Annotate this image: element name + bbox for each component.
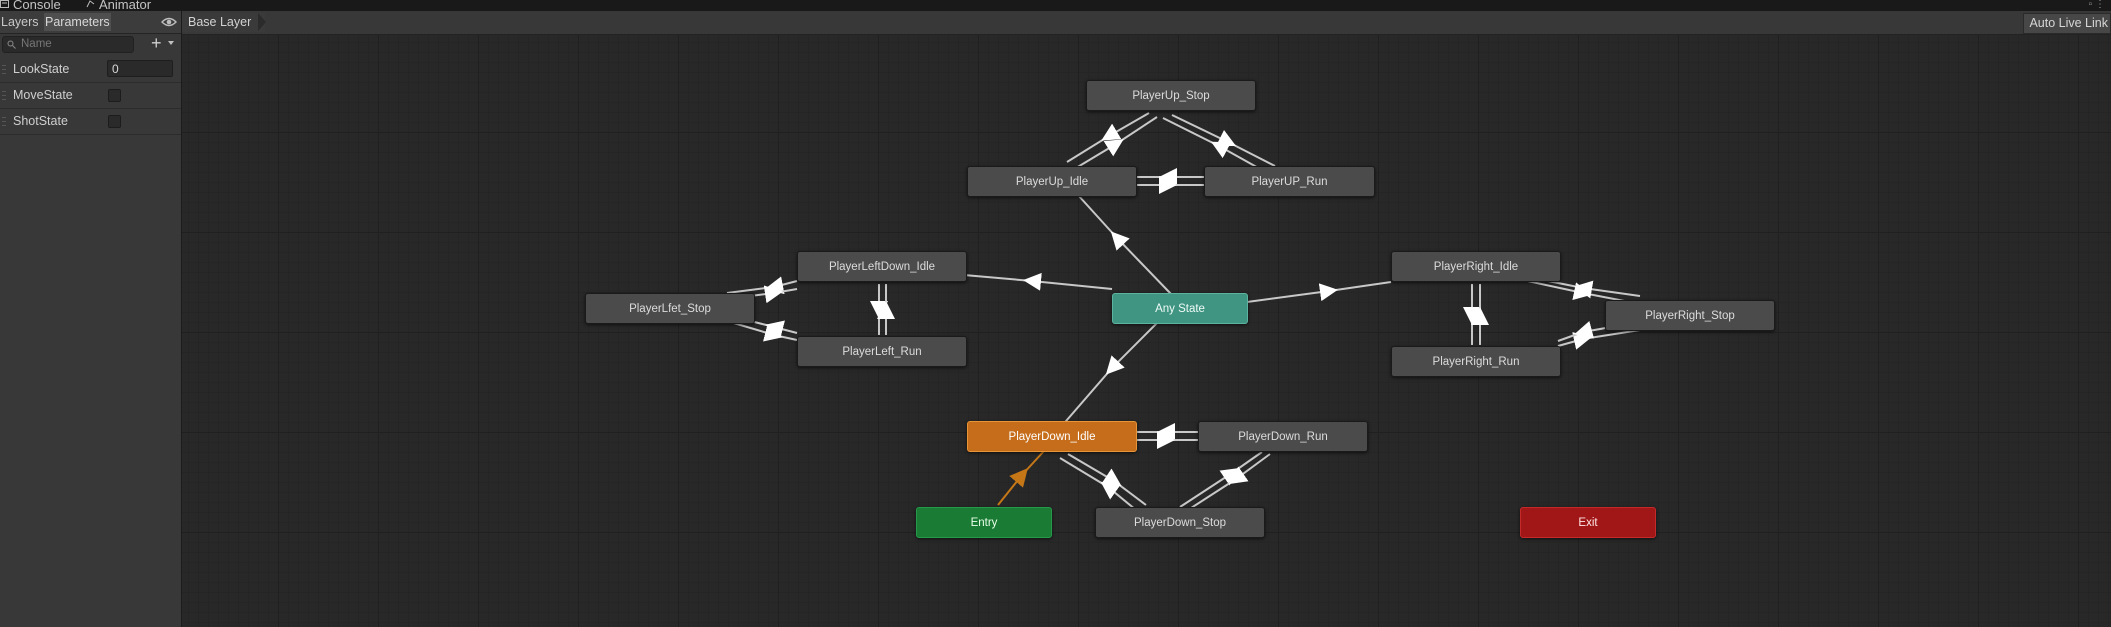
- any-state-node[interactable]: Any State: [1112, 293, 1248, 324]
- state-player-down-run[interactable]: PlayerDown_Run: [1198, 421, 1368, 452]
- parameter-row[interactable]: MoveState: [0, 82, 181, 109]
- state-player-right-idle[interactable]: PlayerRight_Idle: [1391, 251, 1561, 282]
- eye-icon[interactable]: [160, 14, 178, 30]
- parameter-bool-checkbox[interactable]: [108, 115, 121, 128]
- panel-subtabs: Layers Parameters: [0, 11, 181, 34]
- auto-live-link-button[interactable]: Auto Live Link: [2023, 13, 2111, 34]
- state-player-right-run[interactable]: PlayerRight_Run: [1391, 346, 1561, 377]
- parameter-name: LookState: [13, 62, 70, 76]
- state-player-right-stop[interactable]: PlayerRight_Stop: [1605, 300, 1775, 331]
- chevron-down-icon[interactable]: [168, 41, 174, 45]
- tab-layers[interactable]: Layers: [0, 13, 40, 31]
- tab-console-label: Console: [13, 0, 61, 11]
- state-player-left-run[interactable]: PlayerLeft_Run: [797, 336, 967, 367]
- state-player-left-stop[interactable]: PlayerLfet_Stop: [585, 293, 755, 324]
- state-player-up-run[interactable]: PlayerUP_Run: [1204, 166, 1375, 197]
- state-player-up-idle[interactable]: PlayerUp_Idle: [967, 166, 1137, 197]
- drag-handle-icon[interactable]: [2, 65, 6, 74]
- add-parameter-button[interactable]: +: [151, 34, 162, 52]
- tab-animator-label: Animator: [99, 0, 152, 11]
- console-icon: [0, 0, 9, 8]
- exit-node[interactable]: Exit: [1520, 507, 1656, 538]
- drag-handle-icon[interactable]: [2, 91, 6, 100]
- window-menu-icon[interactable]: ▫ ⋮: [2089, 0, 2105, 10]
- graph-toolbar: Base Layer Auto Live Link: [182, 11, 2111, 35]
- state-player-leftdown-idle[interactable]: PlayerLeftDown_Idle: [797, 251, 967, 282]
- parameter-int-field[interactable]: 0: [107, 60, 173, 77]
- parameter-row[interactable]: LookState 0: [0, 56, 181, 83]
- breadcrumb-arrow-icon: [258, 13, 266, 31]
- window-tab-bar: Console Animator ▫ ⋮: [0, 0, 2111, 11]
- parameter-name: MoveState: [13, 88, 73, 102]
- search-icon: [7, 40, 16, 49]
- search-placeholder: Name: [21, 38, 52, 50]
- parameter-search-input[interactable]: Name: [2, 36, 134, 53]
- state-machine-canvas[interactable]: [182, 35, 2111, 627]
- drag-handle-icon[interactable]: [2, 117, 6, 126]
- parameter-row[interactable]: ShotState: [0, 108, 181, 135]
- parameter-name: ShotState: [13, 114, 68, 128]
- parameter-search-row: Name +: [0, 34, 181, 54]
- animator-icon: [86, 0, 95, 8]
- left-panel: Layers Parameters Name + LookState 0 Mov…: [0, 11, 182, 627]
- entry-node[interactable]: Entry: [916, 507, 1052, 538]
- state-player-down-idle[interactable]: PlayerDown_Idle: [967, 421, 1137, 452]
- tab-console[interactable]: Console: [0, 0, 61, 11]
- state-player-up-stop[interactable]: PlayerUp_Stop: [1086, 80, 1256, 111]
- tab-parameters[interactable]: Parameters: [44, 13, 111, 31]
- breadcrumb[interactable]: Base Layer: [182, 13, 266, 32]
- state-player-down-stop[interactable]: PlayerDown_Stop: [1095, 507, 1265, 538]
- tab-animator[interactable]: Animator: [86, 0, 151, 11]
- parameter-bool-checkbox[interactable]: [108, 89, 121, 102]
